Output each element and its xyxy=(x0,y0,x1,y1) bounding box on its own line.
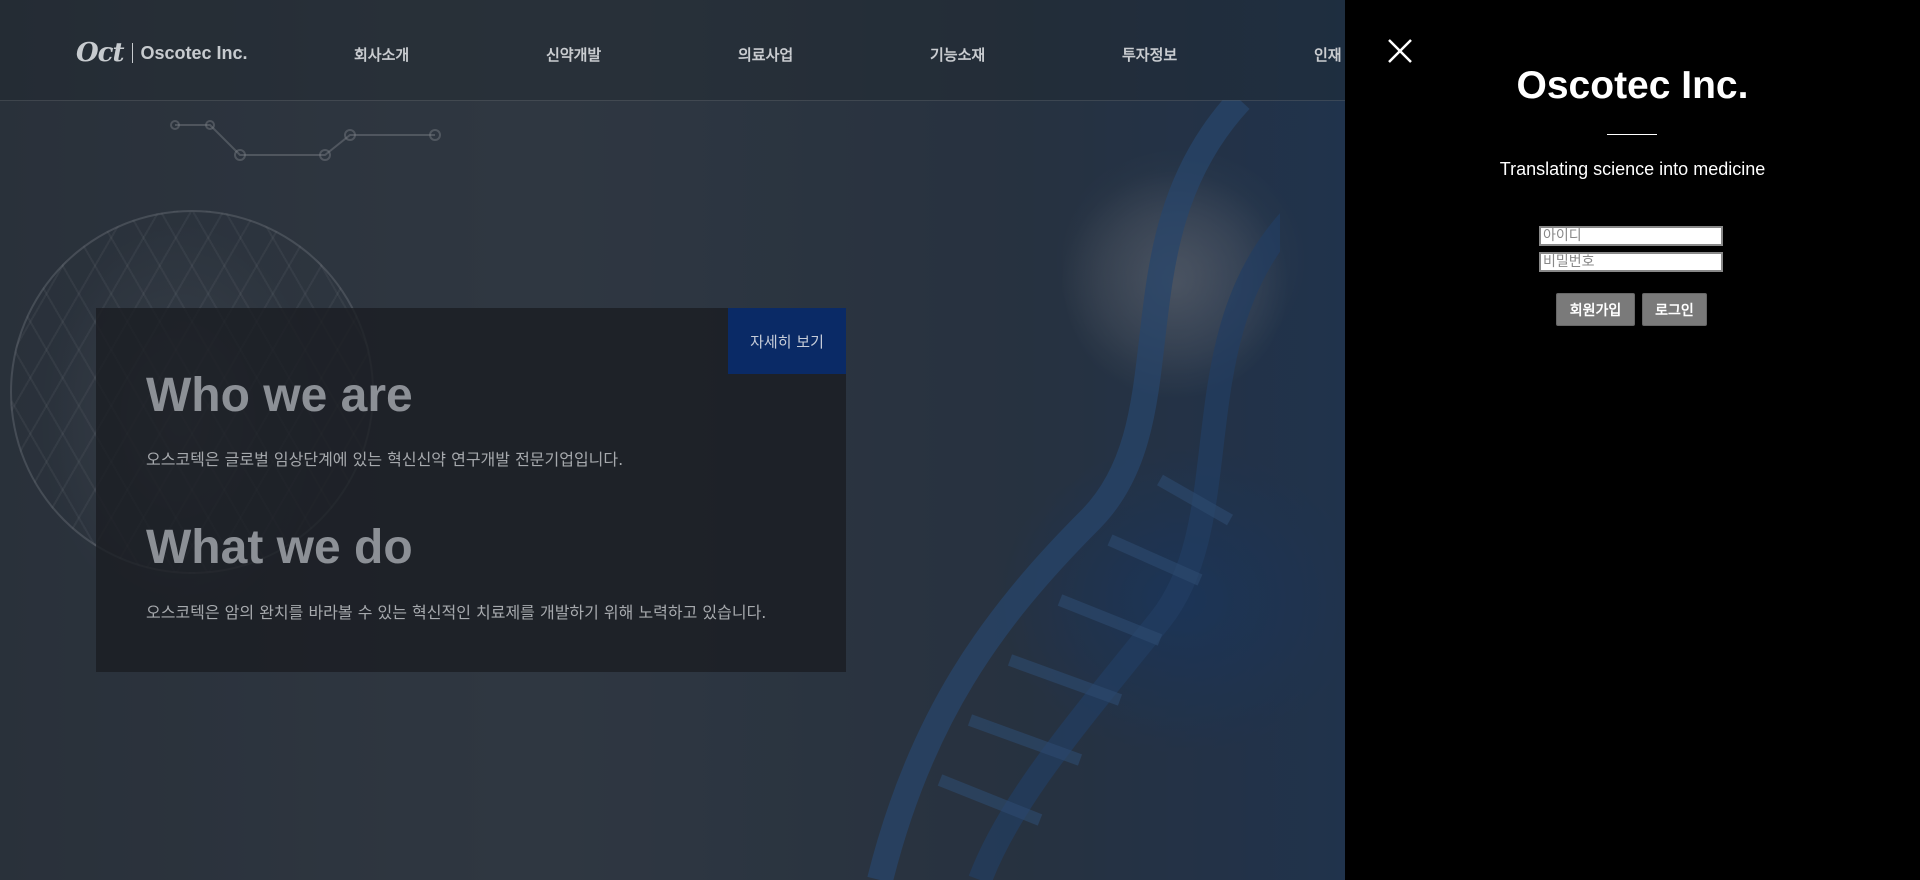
hero-card: 자세히 보기 Who we are 오스코텍은 글로벌 임상단계에 있는 혁신신… xyxy=(96,308,846,672)
what-text: 오스코텍은 암의 완치를 바라볼 수 있는 혁신적인 치료제를 개발하기 위해 … xyxy=(146,603,767,622)
panel-title: Oscotec Inc. xyxy=(1516,64,1749,107)
more-button[interactable]: 자세히 보기 xyxy=(728,308,846,374)
nav-item-medical[interactable]: 의료사업 xyxy=(738,44,793,65)
logo-separator xyxy=(131,43,133,63)
logo-text: Oscotec Inc. xyxy=(140,42,248,63)
who-heading: Who we are xyxy=(146,369,413,422)
nav-item-materials[interactable]: 기능소재 xyxy=(930,44,985,65)
panel-tagline: Translating science into medicine xyxy=(1499,159,1766,179)
id-input[interactable] xyxy=(1539,226,1723,246)
site-logo[interactable]: Oct Oscotec Inc. xyxy=(76,38,248,68)
what-heading: What we do xyxy=(146,521,413,574)
logo-mark: Oct xyxy=(76,38,124,68)
nav-item-drug-development[interactable]: 신약개발 xyxy=(546,44,601,65)
login-button[interactable]: 로그인 xyxy=(1642,293,1707,326)
who-text: 오스코텍은 글로벌 임상단계에 있는 혁신신약 연구개발 전문기업입니다. xyxy=(146,450,624,469)
login-panel: Oscotec Inc. Translating science into me… xyxy=(1345,0,1920,880)
nav-item-company[interactable]: 회사소개 xyxy=(354,44,409,65)
password-input[interactable] xyxy=(1539,252,1723,272)
nav-item-careers[interactable]: 인재 xyxy=(1314,44,1342,65)
site-header: Oct Oscotec Inc. 회사소개 신약개발 의료사업 기능소재 투자정… xyxy=(0,0,1345,101)
title-divider xyxy=(1607,134,1657,135)
signup-button[interactable]: 회원가입 xyxy=(1556,293,1635,326)
nav-item-investor[interactable]: 투자정보 xyxy=(1122,44,1177,65)
close-icon[interactable] xyxy=(1385,36,1415,66)
